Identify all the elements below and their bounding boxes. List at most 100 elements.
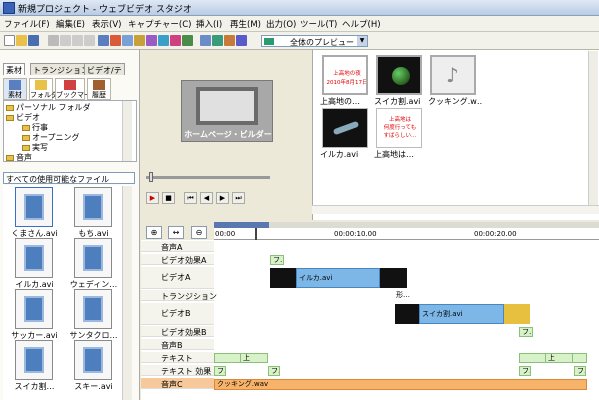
media-zoom-slider[interactable] <box>312 205 599 214</box>
fit-icon[interactable]: ↔ <box>168 226 184 239</box>
timeline-transition-clip[interactable]: 形… <box>394 291 414 301</box>
category-bookmark[interactable]: ブックマーク <box>55 78 98 100</box>
step-forward-icon[interactable]: ▶ <box>216 192 229 204</box>
file-filter-select[interactable]: すべての使用可能なファイル <box>3 172 135 184</box>
category-history[interactable]: 履歴 <box>87 78 111 100</box>
timeline-video-clip[interactable]: スイカ割.avi <box>419 304 504 324</box>
media-item[interactable]: ♪ クッキング.w… <box>428 55 482 109</box>
media-item[interactable]: 上高地は 何度行っても すばらしい… 上高地は… <box>374 108 426 162</box>
effect-icon[interactable] <box>146 35 157 46</box>
tab-materials[interactable]: 素材 <box>3 63 25 75</box>
media-name: 上高地は… <box>374 150 414 159</box>
timeline-effect-clip[interactable]: フ… <box>270 255 284 265</box>
preview-mode-select[interactable]: 全体のプレビュー ▼ <box>261 35 368 47</box>
clip-scrollbar[interactable] <box>122 186 132 400</box>
delete-icon[interactable] <box>84 35 95 46</box>
timeline-text-clip[interactable]: 上 <box>240 353 268 363</box>
export-icon[interactable] <box>200 35 211 46</box>
media-thumbnail: ♪ <box>430 55 476 95</box>
track-effect-b[interactable]: ビデオ効果B <box>141 326 214 337</box>
thumb-text: 上高地の夜 <box>333 71 361 77</box>
film-icon <box>24 347 44 373</box>
clip-item[interactable]: くまさん.avi <box>7 187 62 238</box>
insert-video-icon[interactable] <box>110 35 121 46</box>
burn-icon[interactable] <box>224 35 235 46</box>
track-text-effect[interactable]: テキスト 効果 <box>141 365 214 376</box>
copy-icon[interactable] <box>60 35 71 46</box>
transition-icon[interactable] <box>170 35 181 46</box>
track-video-b[interactable]: ビデオB <box>141 303 214 325</box>
folder-icon <box>6 114 14 121</box>
menu-output[interactable]: 出力(O) <box>266 18 296 30</box>
film-icon <box>83 296 103 322</box>
thumb-text: すばらしい… <box>383 133 417 139</box>
media-item[interactable]: スイカ割.avi <box>374 55 426 109</box>
media-item[interactable]: イルカ.avi <box>320 108 372 162</box>
tree-scrollbar[interactable] <box>122 101 132 161</box>
zoom-out-icon[interactable]: ⊖ <box>191 226 207 239</box>
clip-item[interactable]: サッカー.avi <box>7 289 62 340</box>
timeline-effect-clip[interactable]: フ… <box>519 327 533 337</box>
seek-bar[interactable] <box>146 176 270 179</box>
save-icon[interactable] <box>28 35 39 46</box>
stop-icon[interactable]: ■ <box>162 192 175 204</box>
skip-end-icon[interactable]: ⏭ <box>232 192 245 204</box>
tab-transitions[interactable]: トランジション <box>30 63 92 75</box>
menu-tools[interactable]: ツール(T) <box>300 18 337 30</box>
grid-icon[interactable] <box>182 35 193 46</box>
step-back-icon[interactable]: ◀ <box>200 192 213 204</box>
timeline-video-clip[interactable]: イルカ.avi <box>296 268 380 288</box>
timeline-text-effect[interactable]: フ… <box>214 366 226 376</box>
insert-image-icon[interactable] <box>134 35 145 46</box>
category-materials[interactable]: 素材 <box>3 78 27 100</box>
chevron-down-icon[interactable]: ▼ <box>357 36 367 46</box>
menu-insert[interactable]: 挿入(I) <box>196 18 222 30</box>
zoom-in-icon[interactable]: ⊕ <box>146 226 162 239</box>
settings-icon[interactable] <box>212 35 223 46</box>
insert-audio-icon[interactable] <box>122 35 133 46</box>
track-audio-b[interactable]: 音声B <box>141 339 214 350</box>
tab-video-text[interactable]: ビデオ/テ <box>84 63 125 75</box>
menu-file[interactable]: ファイル(F) <box>4 18 50 30</box>
web-icon[interactable] <box>236 35 247 46</box>
clip-item[interactable]: イルカ.avi <box>7 238 62 289</box>
media-item[interactable]: 上高地の夜 2010年8月17日 上高地の… <box>320 55 372 109</box>
timeline-audio-clip[interactable]: クッキング.wav <box>214 379 587 390</box>
timeline-text-effect[interactable]: フ… <box>268 366 280 376</box>
clip-item[interactable]: サンタクロ… <box>66 289 121 340</box>
track-text[interactable]: テキスト <box>141 352 214 363</box>
timeline-text-effect[interactable]: フ… <box>574 366 586 376</box>
text-icon[interactable] <box>158 35 169 46</box>
track-audio-c[interactable]: 音声C <box>141 378 214 389</box>
track-name: 音声B <box>161 341 183 350</box>
playhead[interactable] <box>255 228 257 240</box>
timeline-text-clip[interactable]: 上 <box>545 353 573 363</box>
paste-icon[interactable] <box>72 35 83 46</box>
skip-start-icon[interactable]: ⏮ <box>184 192 197 204</box>
track-video-a[interactable]: ビデオA <box>141 267 214 289</box>
category-folder[interactable]: フォルダ <box>29 78 58 100</box>
menu-edit[interactable]: 編集(E) <box>56 18 85 30</box>
menu-play[interactable]: 再生(M) <box>230 18 261 30</box>
capture-icon[interactable] <box>98 35 109 46</box>
clip-item[interactable]: スキー.avi <box>66 340 121 391</box>
clip-item[interactable]: スイカ割… <box>7 340 62 391</box>
clip-item[interactable]: もち.avi <box>66 187 121 238</box>
media-scrollbar[interactable] <box>588 51 598 205</box>
track-effect-a[interactable]: ビデオ効果A <box>141 254 214 265</box>
cut-icon[interactable] <box>48 35 59 46</box>
track-audio-a[interactable]: 音声A <box>141 241 214 252</box>
open-icon[interactable] <box>16 35 27 46</box>
track-transition[interactable]: トランジション <box>141 290 217 301</box>
tree-item-audio[interactable]: 音声 <box>6 152 32 161</box>
seek-thumb[interactable] <box>149 172 153 182</box>
play-icon[interactable]: ▶ <box>146 192 159 204</box>
clip-item[interactable]: ウェディン… <box>66 238 121 289</box>
timeline-text-effect[interactable]: フ… <box>519 366 531 376</box>
menu-help[interactable]: ヘルプ(H) <box>342 18 381 30</box>
menu-capture[interactable]: キャプチャー(C) <box>128 18 191 30</box>
menu-view[interactable]: 表示(V) <box>92 18 121 30</box>
film-icon <box>83 245 103 271</box>
new-icon[interactable] <box>4 35 15 46</box>
clip-name: スキー.avi <box>74 382 113 391</box>
